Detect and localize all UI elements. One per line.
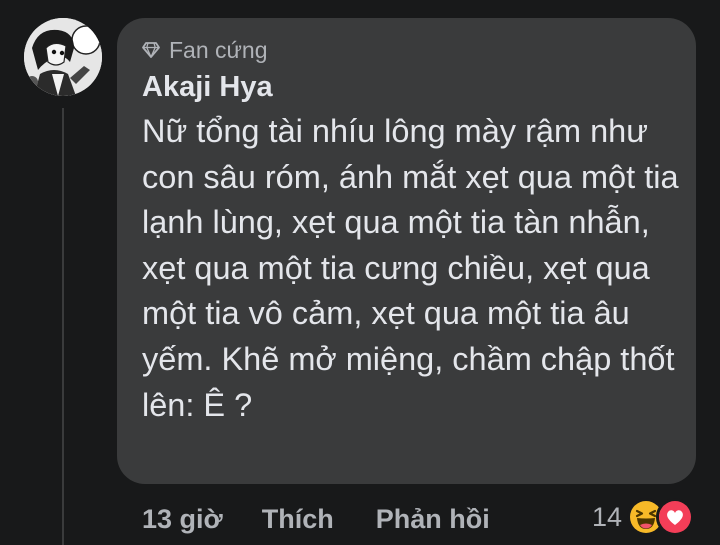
reaction-summary[interactable]: 14 [592, 497, 695, 537]
comment-text: Nữ tổng tài nhíu lông mày rậm như con sâ… [142, 113, 679, 423]
avatar-image [24, 18, 102, 96]
reaction-icons [627, 498, 695, 536]
badge-label: Fan cứng [169, 37, 268, 63]
love-icon [656, 498, 695, 536]
like-button[interactable]: Thích [262, 504, 334, 535]
diamond-icon [142, 41, 160, 59]
comment-actions: 13 giờ Thích Phản hồi [142, 499, 490, 539]
comment-bubble: Fan cứng Akaji Hya Nữ tổng tài nhíu lông… [117, 18, 696, 484]
comment-screen: Fan cứng Akaji Hya Nữ tổng tài nhíu lông… [0, 0, 720, 545]
reply-button[interactable]: Phản hồi [376, 504, 490, 535]
top-fan-badge[interactable]: Fan cứng [142, 37, 672, 63]
avatar[interactable] [24, 18, 102, 96]
timestamp[interactable]: 13 giờ [142, 504, 223, 535]
thread-line [62, 108, 64, 545]
author-name[interactable]: Akaji Hya [142, 69, 672, 105]
reaction-count: 14 [592, 501, 623, 532]
